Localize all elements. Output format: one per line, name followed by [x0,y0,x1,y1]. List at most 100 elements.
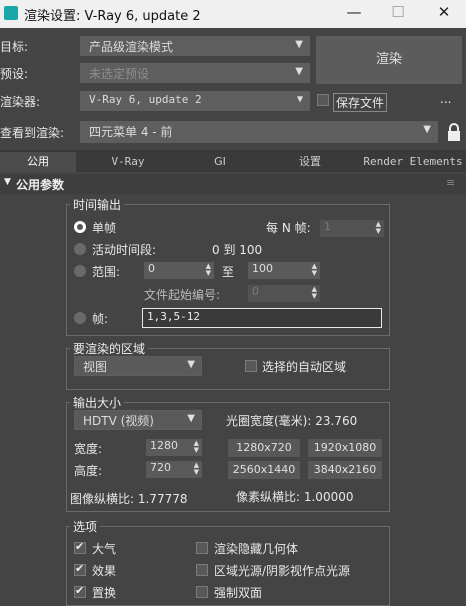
preset-value: 未选定预设 [89,67,150,81]
spinner-arrows-icon: ▲ ▼ [193,439,199,454]
renderer-value: V-Ray 6, update 2 [89,93,202,106]
rollout-title: 公用参数 [16,178,65,192]
force-two-sided-label: 强制双面 [214,586,263,600]
window-title: 渲染设置: V-Ray 6, update 2 [24,9,201,24]
range-label: 范围: [92,265,121,279]
active-range-text: 0 到 100 [212,243,263,257]
width-spinner[interactable]: 1280 ▲ ▼ [146,439,202,456]
preset-3840x2160-button[interactable]: 3840x2160 [308,461,382,479]
render-button[interactable]: 渲染 [316,36,462,84]
area-lights-label: 区域光源/阴影视作点光源 [214,564,351,578]
render-hidden-checkbox[interactable] [196,542,208,554]
target-value: 产品级渲染模式 [89,40,174,54]
chevron-down-icon: ▼ [187,359,195,370]
displacement-checkbox[interactable] [74,584,86,598]
chevron-down-icon: ▼ [187,413,195,424]
width-value: 1280 [150,439,178,452]
time-output-title: 时间输出 [70,196,125,213]
target-label: 目标: [0,40,29,54]
drag-handle-icon: ≡ [446,176,456,189]
every-n-spinner[interactable]: 1 ▲ ▼ [320,220,384,237]
every-n-value: 1 [324,220,331,233]
range-to-spinner[interactable]: 100 ▲ ▼ [248,262,320,279]
preset-label: 预设: [0,67,29,81]
render-hidden-label: 渲染隐藏几何体 [214,542,299,556]
spinner-arrows-icon: ▲ ▼ [311,285,317,300]
save-file-label: 保存文件 [333,93,388,112]
chevron-down-icon: ▼ [295,39,303,50]
atmospheric-checkbox[interactable] [74,540,86,554]
spinner-arrows-icon: ▲ ▼ [193,461,199,476]
area-title: 要渲染的区域 [70,340,149,357]
displacement-label: 置换 [92,586,117,600]
output-size-title: 输出大小 [70,394,125,411]
height-label: 高度: [74,464,103,478]
range-from-value: 0 [148,262,155,275]
tab-common[interactable]: 公用 [0,152,76,172]
image-aspect-text: 图像纵横比: 1.77778 [70,492,188,506]
tab-settings[interactable]: 设置 [262,152,358,172]
height-spinner[interactable]: 720 ▲ ▼ [146,461,202,478]
force-two-sided-checkbox[interactable] [196,586,208,598]
range-to-label: 至 [222,265,235,279]
range-to-value: 100 [252,262,273,275]
options-title: 选项 [70,518,101,535]
renderer-label: 渲染器: [0,95,41,109]
auto-region-checkbox[interactable] [245,360,257,372]
spinner-arrows-icon: ▲ ▼ [205,262,211,277]
view-label: 查看到渲染: [0,126,65,140]
view-value: 四元菜单 4 - 前 [89,125,173,139]
area-value: 视图 [83,360,108,374]
view-dropdown[interactable]: 四元菜单 4 - 前 ▼ [80,121,438,143]
file-start-label: 文件起始编号: [144,288,221,302]
preset-1280x720-button[interactable]: 1280x720 [228,439,300,457]
aperture-width-text: 光圈宽度(毫米): 23.760 [226,414,358,428]
tab-vray[interactable]: V-Ray [78,152,178,172]
effects-label: 效果 [92,564,117,578]
chevron-down-icon: ▼ [423,124,431,135]
spinner-arrows-icon: ▲ ▼ [375,220,381,235]
target-dropdown[interactable]: 产品级渲染模式 ▼ [80,36,310,56]
chevron-down-icon: ▼ [295,66,303,77]
chevron-down-icon: ▼ [296,94,303,105]
auto-region-label: 选择的自动区域 [262,360,347,374]
minimize-button[interactable]: — [340,3,368,21]
output-preset-dropdown[interactable]: HDTV (视频) ▼ [74,410,202,430]
file-start-value: 0 [252,285,259,298]
pixel-aspect-text: 像素纵横比: 1.00000 [236,490,354,504]
rollout-header[interactable]: ▼ 公用参数 ≡ [0,174,466,194]
spinner-arrows-icon: ▲ ▼ [311,262,317,277]
save-file-checkbox[interactable] [317,94,329,106]
close-button[interactable]: ✕ [430,3,458,21]
range-from-spinner[interactable]: 0 ▲ ▼ [144,262,214,279]
title-bar: 渲染设置: V-Ray 6, update 2 — ☐ ✕ [0,0,466,28]
preset-1920x1080-button[interactable]: 1920x1080 [308,439,382,457]
tab-render-elements[interactable]: Render Elements [360,152,466,172]
height-value: 720 [150,461,171,474]
preset-dropdown[interactable]: 未选定预设 ▼ [80,63,310,83]
width-label: 宽度: [74,442,103,456]
more-button[interactable]: ... [440,92,451,106]
single-frame-radio[interactable] [74,221,86,233]
every-n-label: 每 N 帧: [266,221,311,235]
collapse-icon: ▼ [4,177,11,187]
atmospheric-label: 大气 [92,542,117,556]
single-frame-label: 单帧 [92,221,117,235]
frames-radio[interactable] [74,312,86,324]
active-segment-radio[interactable] [74,243,86,255]
tab-gi[interactable]: GI [180,152,260,172]
maximize-button[interactable]: ☐ [384,3,412,21]
effects-checkbox[interactable] [74,562,86,576]
app-icon [4,6,18,20]
lock-icon[interactable] [446,122,462,142]
frames-value: 1,3,5-12 [147,310,200,323]
frames-input[interactable]: 1,3,5-12 [142,308,382,328]
preset-2560x1440-button[interactable]: 2560x1440 [228,461,300,479]
file-start-spinner[interactable]: 0 ▲ ▼ [248,285,320,302]
area-dropdown[interactable]: 视图 ▼ [74,356,202,376]
renderer-dropdown[interactable]: V-Ray 6, update 2 ▼ [80,91,310,111]
frames-label: 帧: [92,312,109,326]
area-lights-checkbox[interactable] [196,564,208,576]
range-radio[interactable] [74,265,86,277]
active-segment-label: 活动时间段: [92,243,157,257]
